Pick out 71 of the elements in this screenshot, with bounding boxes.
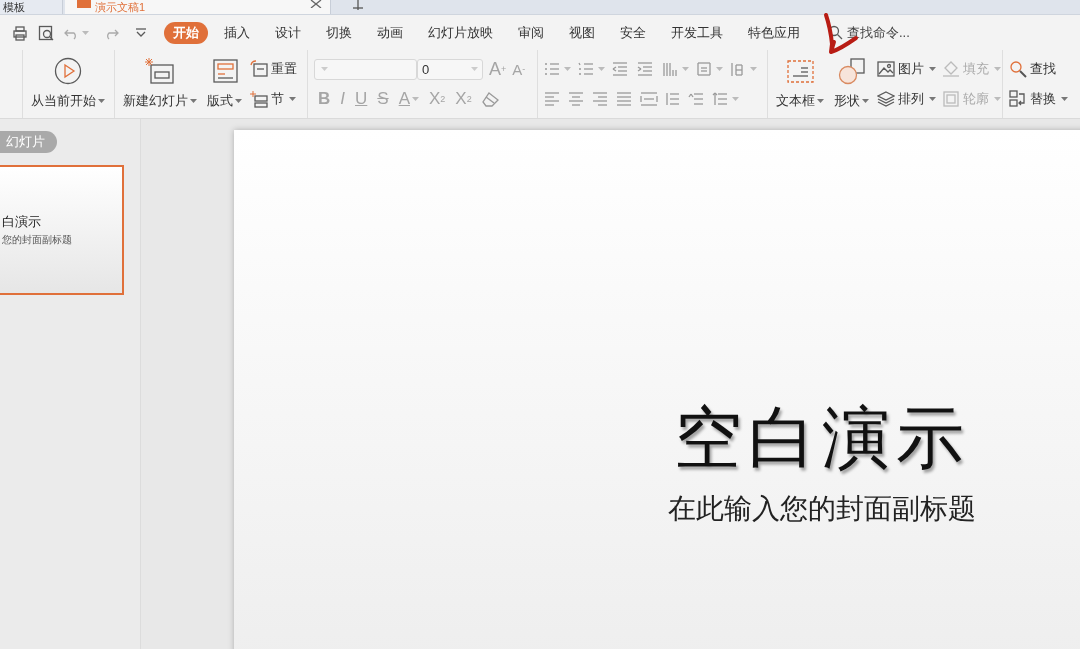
thumbnail-title: 白演示: [2, 213, 42, 231]
close-icon[interactable]: [310, 0, 322, 8]
shapes-icon: [836, 56, 867, 86]
caret-icon: [682, 67, 689, 71]
font-size-field[interactable]: 0: [417, 58, 483, 80]
eraser-icon[interactable]: [481, 91, 500, 108]
ribbon-button[interactable]: 查找: [1009, 60, 1068, 78]
caret-icon: [716, 67, 723, 71]
ribbon-button[interactable]: 版式: [205, 54, 244, 114]
caret-icon: [598, 67, 605, 71]
line-spacing-icon[interactable]: [664, 91, 682, 107]
caret-icon: [321, 67, 328, 72]
font-name-field[interactable]: [314, 58, 417, 80]
new-slide-icon: [145, 56, 175, 86]
outline-icon: [942, 90, 960, 108]
slide-title[interactable]: 空白演示: [674, 393, 970, 484]
search-icon: [1009, 60, 1027, 78]
outdent-icon[interactable]: [612, 61, 630, 77]
ribbon-button[interactable]: 替换: [1009, 90, 1068, 108]
indent-icon[interactable]: [637, 61, 655, 77]
caret-icon: [750, 67, 757, 71]
section-icon: [250, 90, 268, 108]
menu-tab[interactable]: 幻灯片放映: [419, 21, 502, 44]
align-center-icon[interactable]: [568, 91, 586, 107]
menu-tab[interactable]: 开发工具: [662, 21, 732, 44]
caret-icon: [82, 30, 89, 35]
menu-tab[interactable]: 动画: [368, 21, 412, 44]
numbered-list-icon[interactable]: [578, 61, 596, 77]
distribute-icon[interactable]: [640, 91, 658, 107]
replace-icon: [1009, 90, 1027, 108]
bullet-list-icon[interactable]: [544, 61, 562, 77]
menu-tab[interactable]: 特色应用: [739, 21, 809, 44]
reset-icon: [250, 60, 268, 78]
new-tab-icon[interactable]: [353, 0, 363, 10]
ribbon-button[interactable]: 新建幻灯片: [121, 54, 199, 114]
ribbon-button[interactable]: 节: [250, 90, 297, 108]
slide-subtitle[interactable]: 在此输入您的封面副标题: [668, 490, 976, 528]
spacing-icon[interactable]: [712, 91, 730, 107]
search-icon: [828, 25, 843, 40]
justify-icon[interactable]: [616, 91, 634, 107]
play-icon: [53, 56, 83, 86]
ribbon-button[interactable]: 排列: [877, 90, 936, 108]
slide-thumbnail[interactable]: 白演示 您的封面副标题: [0, 165, 124, 295]
text-columns-icon[interactable]: [662, 61, 680, 77]
ribbon-button[interactable]: 形状: [832, 54, 871, 114]
menu-tab[interactable]: 设计: [266, 21, 310, 44]
paragraph-spacing-icon[interactable]: [688, 91, 706, 107]
print-preview-icon[interactable]: [38, 24, 54, 41]
layers-icon: [877, 90, 895, 108]
ribbon-button[interactable]: 图片: [877, 60, 936, 78]
thumbnail-subtitle: 您的封面副标题: [2, 233, 73, 247]
ribbon-button[interactable]: 文本框: [774, 54, 826, 114]
menu-tab[interactable]: 安全: [611, 21, 655, 44]
ribbon-button[interactable]: 从当前开始: [29, 54, 107, 114]
ribbon-button[interactable]: 重置: [250, 60, 297, 78]
align-right-icon[interactable]: [592, 91, 610, 107]
menu-tab[interactable]: 视图: [560, 21, 604, 44]
align-left-icon[interactable]: [544, 91, 562, 107]
menu-tab[interactable]: 切换: [317, 21, 361, 44]
print-icon[interactable]: [12, 24, 28, 41]
picture-icon: [877, 60, 895, 78]
menu-tab[interactable]: 审阅: [509, 21, 553, 44]
menu-tab[interactable]: 插入: [215, 21, 259, 44]
fill-icon: [942, 60, 960, 78]
presentation-icon: [77, 0, 91, 8]
customize-icon[interactable]: [135, 27, 147, 38]
caret-icon: [732, 97, 739, 101]
document-tab[interactable]: 模板: [0, 0, 63, 14]
caret-icon: [564, 67, 571, 71]
caret-icon: [471, 67, 478, 72]
text-frame-icon[interactable]: [696, 61, 714, 77]
